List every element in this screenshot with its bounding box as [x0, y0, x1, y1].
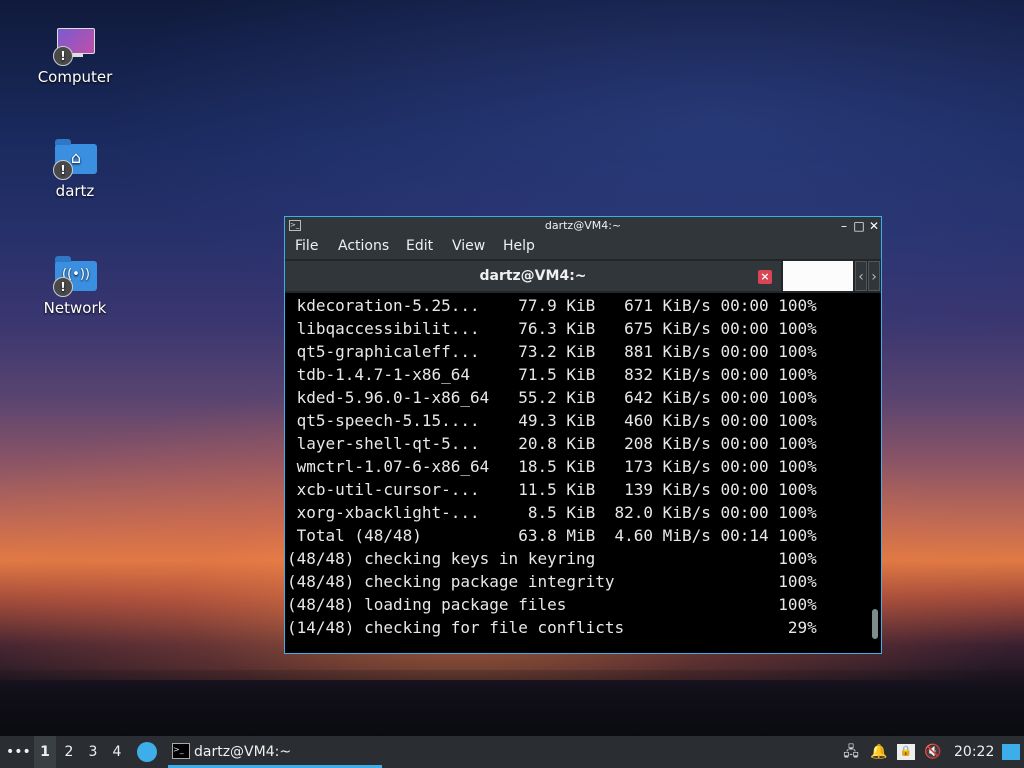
- panel-overflow-button[interactable]: •••: [6, 736, 31, 768]
- desktop-icon-dartz[interactable]: ⌂ ! dartz: [20, 139, 130, 200]
- terminal-line: libqaccessibilit... 76.3 KiB 675 KiB/s 0…: [287, 319, 817, 338]
- taskbar-task-label: dartz@VM4:~: [194, 744, 292, 760]
- minimize-button[interactable]: –: [837, 218, 851, 234]
- terminal-line: qt5-speech-5.15.... 49.3 KiB 460 KiB/s 0…: [287, 411, 817, 430]
- tab-dartz[interactable]: dartz@VM4:~ ×: [285, 261, 781, 291]
- terminal-scrollbar-thumb[interactable]: [872, 609, 878, 639]
- tab-scroll-left-icon[interactable]: ‹: [855, 261, 867, 291]
- menu-help[interactable]: Help: [503, 238, 535, 254]
- desktop-icon-computer[interactable]: ! Computer: [20, 26, 130, 86]
- taskbar: ••• 1 2 3 4 >_ dartz@VM4:~ 🖧 🔔 🔒 🔇 20:22: [0, 736, 1024, 768]
- terminal-line: xcb-util-cursor-... 11.5 KiB 139 KiB/s 0…: [287, 480, 817, 499]
- terminal-window[interactable]: >_ dartz@VM4:~ – □ ✕ File Actions Edit V…: [284, 216, 882, 654]
- terminal-line: wmctrl-1.07-6-x86_64 18.5 KiB 173 KiB/s …: [287, 457, 817, 476]
- tab-close-icon[interactable]: ×: [758, 270, 772, 284]
- terminal-line: layer-shell-qt-5... 20.8 KiB 208 KiB/s 0…: [287, 434, 817, 453]
- menu-bar: File Actions Edit View Help: [285, 235, 881, 259]
- warning-emblem-icon: !: [53, 160, 73, 180]
- clock[interactable]: 20:22: [954, 736, 994, 768]
- new-tab-area[interactable]: [783, 261, 853, 291]
- close-button[interactable]: ✕: [867, 218, 881, 234]
- tab-label: dartz@VM4:~: [479, 268, 587, 284]
- menu-edit[interactable]: Edit: [406, 238, 433, 254]
- warning-emblem-icon: !: [53, 277, 73, 297]
- maximize-button[interactable]: □: [852, 218, 866, 234]
- window-title: dartz@VM4:~: [544, 219, 622, 232]
- terminal-line: tdb-1.4.7-1-x86_64 71.5 KiB 832 KiB/s 00…: [287, 365, 817, 384]
- desktop-icon-network[interactable]: ((•)) ! Network: [20, 256, 130, 317]
- menu-actions[interactable]: Actions: [338, 238, 389, 254]
- terminal-scrollbar[interactable]: [871, 294, 881, 652]
- browser-launcher-icon[interactable]: [137, 742, 157, 762]
- terminal-line: (48/48) checking package integrity 100%: [287, 572, 817, 591]
- home-folder-icon: ⌂ !: [53, 139, 97, 180]
- terminal-line: (14/48) checking for file conflicts 29%: [287, 618, 817, 637]
- window-titlebar[interactable]: >_ dartz@VM4:~ – □ ✕: [285, 217, 881, 235]
- terminal-line: kded-5.96.0-1-x86_64 55.2 KiB 642 KiB/s …: [287, 388, 817, 407]
- terminal-line: (48/48) checking keys in keyring 100%: [287, 549, 817, 568]
- taskbar-task-terminal[interactable]: >_ dartz@VM4:~: [168, 736, 382, 768]
- terminal-task-icon: >_: [172, 743, 190, 759]
- desktop-icon-label: Network: [43, 299, 107, 317]
- desktop-switcher-2[interactable]: 2: [58, 736, 80, 768]
- desktop-icon-label: Computer: [37, 68, 113, 86]
- desktop-switcher-1[interactable]: 1: [34, 736, 56, 768]
- tab-bar: dartz@VM4:~ × ‹ ›: [285, 259, 881, 293]
- wallpaper-horizon: [0, 670, 1024, 740]
- tab-scroll-right-icon[interactable]: ›: [868, 261, 880, 291]
- desktop-switcher-3[interactable]: 3: [82, 736, 104, 768]
- desktop-icon-label: dartz: [55, 182, 95, 200]
- terminal-line: kdecoration-5.25... 77.9 KiB 671 KiB/s 0…: [287, 296, 817, 315]
- terminal-line: qt5-graphicaleff... 73.2 KiB 881 KiB/s 0…: [287, 342, 817, 361]
- terminal-line: (48/48) loading package files 100%: [287, 595, 817, 614]
- notifications-bell-icon[interactable]: 🔔: [870, 744, 888, 760]
- computer-icon: !: [53, 26, 97, 66]
- lock-screen-icon[interactable]: 🔒: [897, 744, 915, 760]
- audio-muted-icon[interactable]: 🔇: [924, 744, 942, 760]
- terminal-line: Total (48/48) 63.8 MiB 4.60 MiB/s 00:14 …: [287, 526, 817, 545]
- network-tray-icon[interactable]: 🖧: [840, 744, 862, 760]
- network-folder-icon: ((•)) !: [53, 256, 97, 297]
- menu-file[interactable]: File: [295, 238, 318, 254]
- show-desktop-icon[interactable]: [1002, 744, 1020, 760]
- warning-emblem-icon: !: [53, 46, 73, 66]
- desktop-switcher-4[interactable]: 4: [106, 736, 128, 768]
- terminal-line: xorg-xbacklight-... 8.5 KiB 82.0 KiB/s 0…: [287, 503, 817, 522]
- menu-view[interactable]: View: [452, 238, 485, 254]
- terminal-output[interactable]: kdecoration-5.25... 77.9 KiB 671 KiB/s 0…: [285, 294, 870, 652]
